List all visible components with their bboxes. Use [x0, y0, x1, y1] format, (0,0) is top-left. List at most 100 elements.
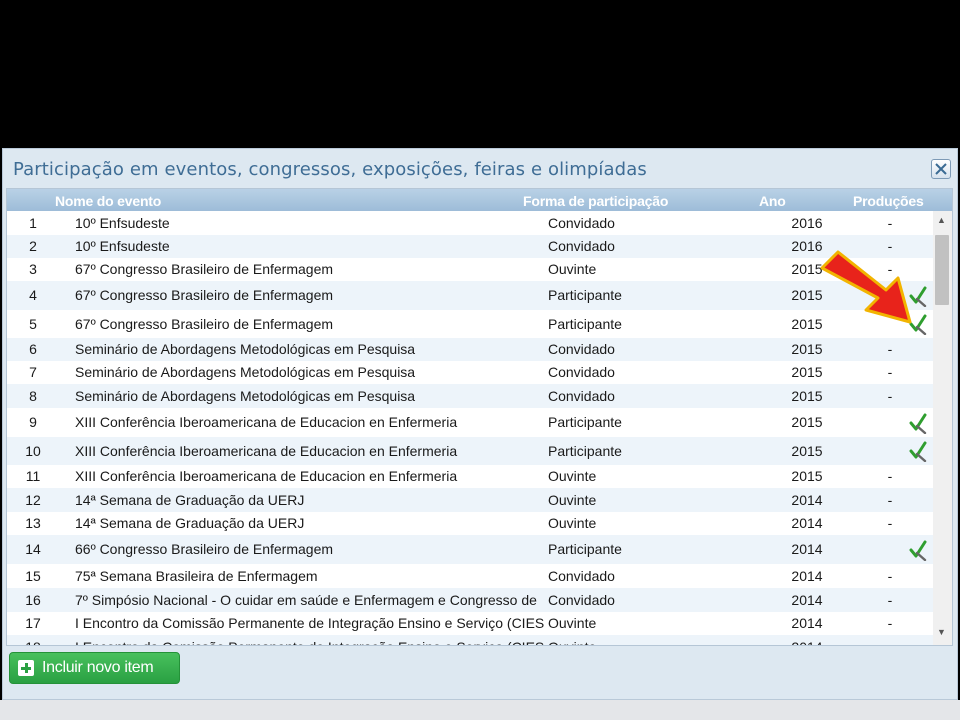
table-row[interactable]: 14 66º Congresso Brasileiro de Enfermagem…	[7, 535, 933, 564]
row-number: 13	[25, 515, 41, 531]
participation-type: Convidado	[548, 238, 615, 254]
event-year: 2014	[791, 568, 823, 584]
close-icon	[935, 163, 947, 175]
event-name: Seminário de Abordagens Metodológicas em…	[75, 364, 416, 380]
event-year: 2015	[791, 388, 823, 404]
table-row[interactable]: 16 7º Simpósio Nacional - O cuidar em saú…	[7, 588, 933, 612]
add-new-item-label: Incluir novo item	[42, 659, 154, 676]
row-number: 17	[25, 615, 41, 631]
participation-dialog: Participação em eventos, congressos, exp…	[2, 148, 958, 700]
column-header-producoes[interactable]: Produções	[853, 193, 924, 209]
participation-type: Participante	[548, 414, 622, 430]
row-number: 3	[29, 261, 37, 277]
table-row[interactable]: 10 XIII Conferência Iberoamericana de Edu…	[7, 437, 933, 465]
participation-type: Convidado	[548, 364, 615, 380]
event-year: 2014	[777, 635, 837, 645]
event-year: 2015	[791, 443, 823, 459]
table-row[interactable]: 6 Seminário de Abordagens Metodológicas e…	[7, 338, 933, 361]
row-number: 8	[29, 388, 37, 404]
table-header: Nome do evento Forma de participação Ano…	[7, 189, 952, 211]
event-year: 2015	[791, 341, 823, 357]
participation-type: Convidado	[548, 568, 615, 584]
table-row[interactable]: 13 14ª Semana de Graduação da UERJ Ouvinte…	[7, 512, 933, 535]
table-row[interactable]: 7 Seminário de Abordagens Metodológicas e…	[7, 361, 933, 384]
scrollbar-thumb[interactable]	[935, 235, 949, 305]
table-row[interactable]: 12 14ª Semana de Graduação da UERJ Ouvinte…	[7, 488, 933, 512]
productions-value: -	[887, 615, 893, 631]
row-number: 5	[29, 316, 37, 332]
row-number: 12	[25, 492, 41, 508]
event-name: XIII Conferência Iberoamericana de Educa…	[75, 468, 458, 484]
close-button[interactable]	[931, 159, 951, 179]
productions-value: -	[887, 515, 893, 531]
productions-value: -	[887, 468, 893, 484]
productions-value: -	[887, 492, 893, 508]
table-row[interactable]: 4 67º Congresso Brasileiro de Enfermagem P…	[7, 281, 933, 310]
column-header-ano[interactable]: Ano	[759, 193, 786, 209]
participation-type: Participante	[548, 443, 622, 459]
event-name: I Encontro da Comissão Permanente de Int…	[75, 635, 545, 645]
table-row[interactable]: 17 I Encontro da Comissão Permanente de I…	[7, 612, 933, 635]
participation-type: Ouvinte	[548, 261, 597, 277]
table-row[interactable]: 15 75ª Semana Brasileira de Enfermagem Con…	[7, 564, 933, 588]
row-number: 14	[25, 541, 41, 557]
scroll-up-arrow-icon[interactable]: ▲	[937, 215, 946, 225]
row-number: 11	[25, 468, 41, 484]
row-number: 10	[25, 443, 41, 459]
page-bottom-strip	[0, 700, 960, 720]
event-year: 2015	[791, 414, 823, 430]
event-name: 10º Enfsudeste	[75, 215, 170, 231]
column-header-forma[interactable]: Forma de participação	[523, 193, 668, 209]
table-row[interactable]: 1 10º Enfsudeste Convidado 2016 -	[7, 211, 933, 235]
event-name: 66º Congresso Brasileiro de Enfermagem	[75, 541, 334, 557]
add-new-item-button[interactable]: Incluir novo item	[9, 652, 180, 684]
participation-type: Participante	[548, 541, 622, 557]
event-name: XIII Conferência Iberoamericana de Educa…	[75, 443, 458, 459]
event-name: 67º Congresso Brasileiro de Enfermagem	[75, 287, 334, 303]
row-number: 16	[25, 592, 41, 608]
productions-value: -	[887, 388, 893, 404]
scroll-down-arrow-icon[interactable]: ▼	[937, 627, 946, 637]
productions-value: -	[855, 635, 925, 645]
table-row[interactable]: 3 67º Congresso Brasileiro de Enfermagem O…	[7, 258, 933, 281]
table-body: 1 10º Enfsudeste Convidado 2016 - 2 10º Enfsud…	[7, 211, 933, 645]
event-name: 14ª Semana de Graduação da UERJ	[75, 515, 305, 531]
event-year: 2014	[791, 541, 823, 557]
table-row[interactable]: 5 67º Congresso Brasileiro de Enfermagem P…	[7, 310, 933, 338]
productions-value: -	[887, 341, 893, 357]
productions-value: -	[887, 364, 893, 380]
column-header-name[interactable]: Nome do evento	[55, 193, 161, 209]
table-row[interactable]: 9 XIII Conferência Iberoamericana de Educ…	[7, 408, 933, 437]
events-table: Nome do evento Forma de participação Ano…	[6, 188, 953, 646]
table-row[interactable]: 2 10º Enfsudeste Convidado 2016-	[7, 235, 933, 258]
vertical-scrollbar[interactable]: ▲ ▼	[933, 211, 952, 645]
event-name: 10º Enfsudeste	[75, 238, 170, 254]
event-name: 67º Congresso Brasileiro de Enfermagem	[75, 316, 334, 332]
event-name: XIII Conferência Iberoamericana de Educa…	[75, 414, 458, 430]
table-row[interactable]: 11 XIII Conferência Iberoamericana de Edu…	[7, 465, 933, 488]
check-edit-icon[interactable]	[908, 539, 928, 564]
row-number: 18	[7, 635, 59, 645]
participation-type: Convidado	[548, 341, 615, 357]
red-arrow-icon	[820, 250, 912, 324]
row-number: 6	[29, 341, 37, 357]
event-year: 2014	[791, 515, 823, 531]
productions-value: -	[887, 215, 893, 231]
event-name: Seminário de Abordagens Metodológicas em…	[75, 388, 416, 404]
check-edit-icon[interactable]	[908, 440, 928, 465]
event-name: 75ª Semana Brasileira de Enfermagem	[75, 568, 318, 584]
participation-type: Ouvinte	[548, 492, 597, 508]
table-row[interactable]: 18 I Encontro da Comissão Permanente de I…	[7, 635, 933, 645]
event-year: 2014	[791, 592, 823, 608]
event-year: 2014	[791, 492, 823, 508]
row-number: 15	[25, 568, 41, 584]
row-number: 2	[29, 238, 37, 254]
event-name: 7º Simpósio Nacional - O cuidar em saúde…	[75, 592, 537, 608]
event-name: Seminário de Abordagens Metodológicas em…	[75, 341, 416, 357]
check-edit-icon[interactable]	[908, 412, 928, 437]
event-year: 2016	[791, 215, 823, 231]
event-year: 2015	[791, 468, 823, 484]
participation-type: Ouvinte	[548, 635, 698, 645]
row-number: 1	[29, 215, 37, 231]
table-row[interactable]: 8 Seminário de Abordagens Metodológicas e…	[7, 384, 933, 408]
